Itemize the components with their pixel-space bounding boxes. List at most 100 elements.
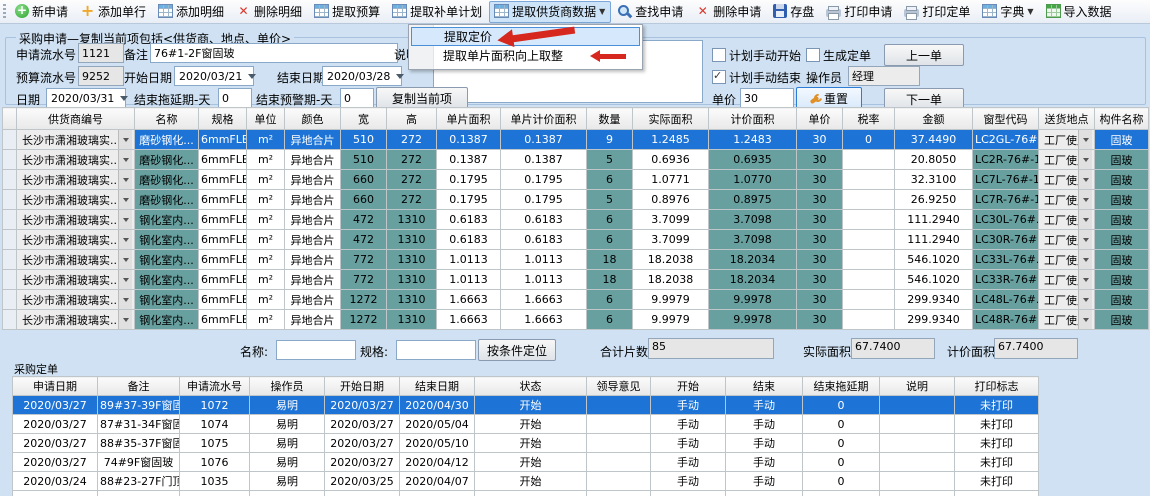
column-header[interactable]: 供货商编号: [17, 108, 135, 130]
search-icon: [617, 4, 632, 18]
cell-dropdown[interactable]: 长沙市潇湘玻璃实...: [17, 270, 135, 290]
column-header[interactable]: 操作员: [250, 377, 325, 396]
filter-name-input[interactable]: [276, 340, 356, 360]
column-header[interactable]: 计价面积: [709, 108, 797, 130]
column-header[interactable]: 打印标志: [955, 377, 1039, 396]
cell-dropdown[interactable]: 工厂使用: [1039, 270, 1095, 290]
table-row[interactable]: 长沙市潇湘玻璃实...钢化室内...6mmFLE...m²异地合片4721310…: [3, 230, 1149, 250]
cell-dropdown[interactable]: 工厂使用: [1039, 210, 1095, 230]
toolbar-button[interactable]: 打印申请: [821, 1, 898, 23]
cell-dropdown[interactable]: 长沙市潇湘玻璃实...: [17, 250, 135, 270]
prev-order-button[interactable]: 上一单: [884, 44, 964, 66]
column-header[interactable]: 金额: [895, 108, 973, 130]
table-row[interactable]: 2020/03/2774#9F窗固玻1076易明2020/03/272020/0…: [13, 453, 1039, 472]
end-date-combo[interactable]: 2020/03/28: [322, 66, 402, 86]
column-header[interactable]: 单位: [247, 108, 285, 130]
column-header[interactable]: 单片计价面积: [501, 108, 587, 130]
column-header[interactable]: 开始日期: [325, 377, 400, 396]
copy-current-button[interactable]: 复制当前项: [376, 87, 468, 109]
column-header[interactable]: 名称: [135, 108, 199, 130]
cell-dropdown[interactable]: 长沙市潇湘玻璃实...: [17, 290, 135, 310]
column-header[interactable]: 单片面积: [437, 108, 501, 130]
table-row[interactable]: 2020/03/2488#23-27F门顶玻1035易明2020/03/2520…: [13, 472, 1039, 491]
cell-dropdown[interactable]: 长沙市潇湘玻璃实...: [17, 230, 135, 250]
column-header[interactable]: 实际面积: [633, 108, 709, 130]
warn-input[interactable]: [340, 88, 374, 108]
column-header[interactable]: 高: [387, 108, 437, 130]
remark-input[interactable]: [150, 43, 398, 63]
cell: 1.0113: [501, 250, 587, 270]
column-header[interactable]: 结束拖延期: [803, 377, 880, 396]
column-header[interactable]: 备注: [98, 377, 180, 396]
toolbar-button[interactable]: 字典▼: [977, 1, 1039, 23]
cell-dropdown[interactable]: 工厂使用: [1039, 190, 1095, 210]
toolbar-button[interactable]: 导入数据: [1041, 1, 1118, 23]
cell-dropdown[interactable]: 长沙市潇湘玻璃实...: [17, 210, 135, 230]
column-header[interactable]: 结束日期: [400, 377, 475, 396]
start-date-combo[interactable]: 2020/03/21: [174, 66, 254, 86]
column-header[interactable]: 申请日期: [13, 377, 98, 396]
locate-button[interactable]: 按条件定位: [478, 339, 556, 361]
column-header[interactable]: 规格: [199, 108, 247, 130]
column-header[interactable]: 宽: [341, 108, 387, 130]
manual-start-checkbox[interactable]: [712, 48, 726, 62]
table-row[interactable]: 长沙市潇湘玻璃实...钢化室内...6mmFLE...m²异地合片1272131…: [3, 290, 1149, 310]
table-row[interactable]: [13, 491, 1039, 496]
table-row[interactable]: 长沙市潇湘玻璃实...磨砂钢化...6mmFLE...m²异地合片5102720…: [3, 150, 1149, 170]
cell-dropdown[interactable]: 工厂使用: [1039, 150, 1095, 170]
cell-dropdown[interactable]: 长沙市潇湘玻璃实...: [17, 130, 135, 150]
cell-dropdown[interactable]: 工厂使用: [1039, 290, 1095, 310]
cell-dropdown[interactable]: 长沙市潇湘玻璃实...: [17, 150, 135, 170]
manual-end-checkbox[interactable]: [712, 70, 726, 84]
table-row[interactable]: 2020/03/2789#37-39F窗固玻1072易明2020/03/2720…: [13, 396, 1039, 415]
column-header[interactable]: 申请流水号: [180, 377, 250, 396]
toolbar-button[interactable]: 删除明细: [231, 1, 308, 23]
toolbar-button[interactable]: 添加单行: [75, 1, 152, 23]
column-header[interactable]: 领导意见: [587, 377, 651, 396]
toolbar-button[interactable]: 提取预算: [309, 1, 386, 23]
table-row[interactable]: 长沙市潇湘玻璃实...钢化室内...6mmFLE...m²异地合片1272131…: [3, 310, 1149, 330]
column-header[interactable]: 送货地点: [1039, 108, 1095, 130]
column-header[interactable]: [3, 108, 17, 130]
cell-dropdown[interactable]: 长沙市潇湘玻璃实...: [17, 310, 135, 330]
table-row[interactable]: 长沙市潇湘玻璃实...钢化室内...6mmFLE...m²异地合片7721310…: [3, 270, 1149, 290]
filter-spec-input[interactable]: [396, 340, 476, 360]
table-row[interactable]: 长沙市潇湘玻璃实...磨砂钢化...6mmFLE...m²异地合片6602720…: [3, 190, 1149, 210]
price-input[interactable]: [740, 88, 794, 108]
table-row[interactable]: 长沙市潇湘玻璃实...磨砂钢化...6mmFLE...m²异地合片6602720…: [3, 170, 1149, 190]
column-header[interactable]: 税率: [843, 108, 895, 130]
cell-dropdown[interactable]: 长沙市潇湘玻璃实...: [17, 170, 135, 190]
column-header[interactable]: 说明: [880, 377, 955, 396]
cell-dropdown[interactable]: 工厂使用: [1039, 230, 1095, 250]
column-header[interactable]: 数量: [587, 108, 633, 130]
gen-order-checkbox[interactable]: [806, 48, 820, 62]
toolbar-button[interactable]: 删除申请: [690, 1, 767, 23]
table-row[interactable]: 2020/03/2788#35-37F窗固玻1075易明2020/03/2720…: [13, 434, 1039, 453]
toolbar-button[interactable]: 查找申请: [612, 1, 689, 23]
table-row[interactable]: 长沙市潇湘玻璃实...磨砂钢化...6mmFLE...m²异地合片5102720…: [3, 130, 1149, 150]
toolbar-button[interactable]: 存盘: [768, 1, 820, 23]
toolbar-button[interactable]: 提取供货商数据▼: [489, 1, 611, 23]
cell-dropdown[interactable]: 工厂使用: [1039, 170, 1095, 190]
table-row[interactable]: 2020/03/2787#31-34F窗固玻1074易明2020/03/2720…: [13, 415, 1039, 434]
delay-input[interactable]: [218, 88, 252, 108]
column-header[interactable]: 开始: [651, 377, 726, 396]
column-header[interactable]: 结束: [726, 377, 803, 396]
table-row[interactable]: 长沙市潇湘玻璃实...钢化室内...6mmFLE...m²异地合片7721310…: [3, 250, 1149, 270]
toolbar-button[interactable]: 打印定单: [899, 1, 976, 23]
toolbar-button[interactable]: 添加明细: [153, 1, 230, 23]
cell-dropdown[interactable]: 工厂使用: [1039, 310, 1095, 330]
cell-dropdown[interactable]: 长沙市潇湘玻璃实...: [17, 190, 135, 210]
table-row[interactable]: 长沙市潇湘玻璃实...钢化室内...6mmFLE...m²异地合片4721310…: [3, 210, 1149, 230]
column-header[interactable]: 窗型代码: [973, 108, 1039, 130]
toolbar-button[interactable]: 新申请: [10, 1, 74, 23]
column-header[interactable]: 构件名称: [1095, 108, 1149, 130]
column-header[interactable]: 状态: [475, 377, 587, 396]
cell: [13, 491, 98, 496]
date-combo[interactable]: 2020/03/31: [46, 88, 126, 108]
toolbar-button[interactable]: 提取补单计划: [387, 1, 488, 23]
column-header[interactable]: 单价: [797, 108, 843, 130]
cell-dropdown[interactable]: 工厂使用: [1039, 130, 1095, 150]
cell-dropdown[interactable]: 工厂使用: [1039, 250, 1095, 270]
column-header[interactable]: 颜色: [285, 108, 341, 130]
